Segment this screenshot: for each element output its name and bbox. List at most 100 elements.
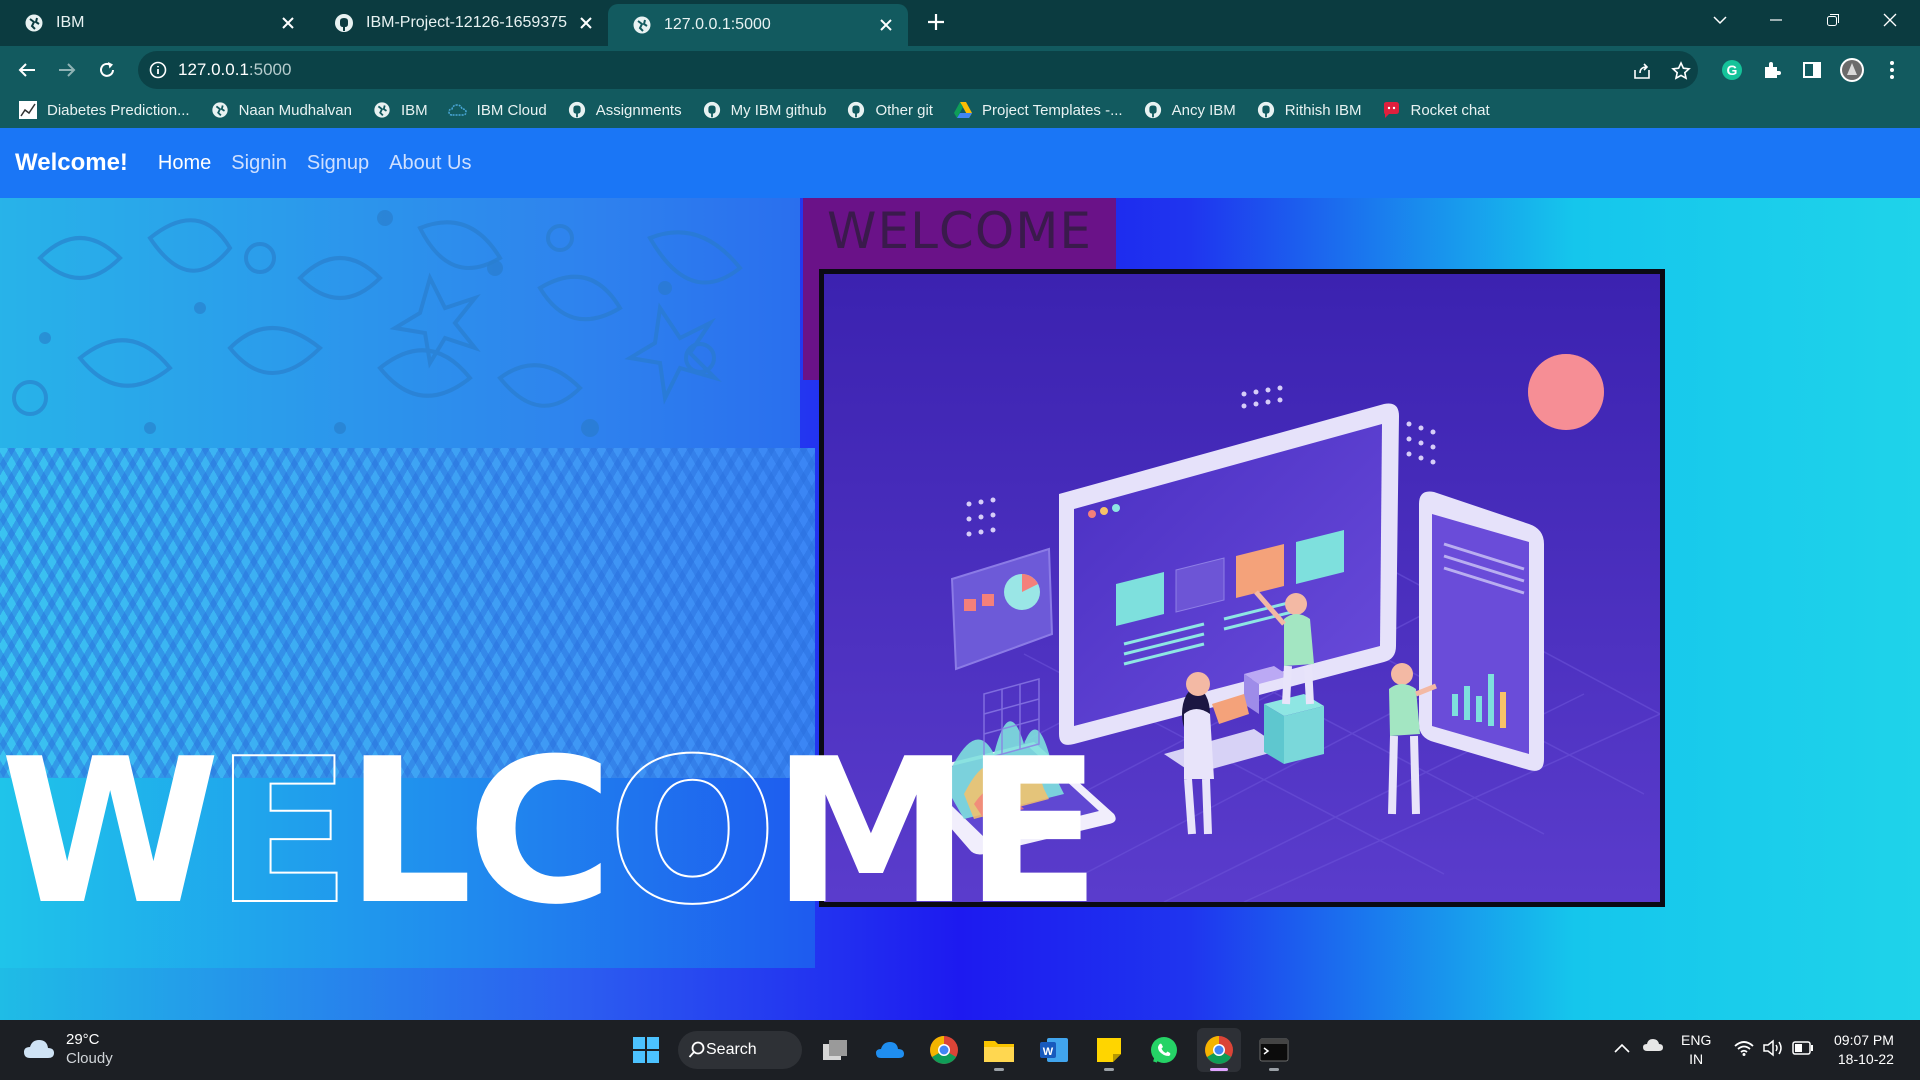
close-icon [1883, 13, 1897, 27]
search-icon [688, 1041, 705, 1058]
sticky-notes-button[interactable] [1087, 1028, 1131, 1072]
url-text: 127.0.0.1:5000 [178, 60, 291, 80]
globe-icon [632, 15, 652, 35]
address-bar[interactable]: 127.0.0.1:5000 [138, 51, 1698, 89]
terminal-button[interactable] [1252, 1028, 1296, 1072]
bookmark-ibm-cloud[interactable]: IBM Cloud [447, 100, 547, 120]
back-button[interactable] [9, 52, 45, 88]
weather-widget[interactable]: 29°C Cloudy [22, 1030, 113, 1068]
bookmark-label: Other git [875, 101, 933, 119]
windows-taskbar: 29°C Cloudy Search W ENG IN 09:07 PM 18-… [0, 1020, 1920, 1080]
grammarly-icon[interactable]: G [1718, 56, 1746, 84]
volume-icon[interactable] [1762, 1039, 1784, 1061]
file-explorer-button[interactable] [977, 1028, 1021, 1072]
bookmark-my-ibm-github[interactable]: My IBM github [702, 100, 827, 120]
task-view-button[interactable] [813, 1028, 857, 1072]
share-icon[interactable] [1631, 60, 1653, 82]
browser-toolbar: 127.0.0.1:5000 G Diabetes Prediction... … [0, 46, 1920, 130]
hero-letter: M [771, 716, 971, 949]
clock-time: 09:07 PM [1834, 1032, 1894, 1048]
nav-link-about-us[interactable]: About Us [389, 152, 471, 175]
nav-link-signup[interactable]: Signup [307, 152, 369, 175]
tab-search-button[interactable] [1692, 0, 1748, 40]
new-tab-button[interactable] [922, 8, 950, 36]
drive-icon [953, 100, 973, 120]
language-indicator[interactable]: ENG IN [1681, 1031, 1711, 1069]
chrome-taskbar-button[interactable] [922, 1028, 966, 1072]
side-panel-icon[interactable] [1798, 56, 1826, 84]
bookmark-label: IBM [401, 101, 428, 119]
nav-link-signin[interactable]: Signin [231, 152, 287, 175]
taskbar-search[interactable]: Search [678, 1031, 802, 1069]
bookmark-project-templates[interactable]: Project Templates -... [953, 100, 1123, 120]
close-icon[interactable] [278, 13, 298, 33]
whatsapp-icon [1151, 1037, 1177, 1063]
bookmark-ancy-ibm[interactable]: Ancy IBM [1143, 100, 1236, 120]
globe-icon [372, 100, 392, 120]
tab-ibm[interactable]: IBM [0, 4, 310, 42]
whatsapp-button[interactable] [1142, 1028, 1186, 1072]
clock-date: 18-10-22 [1837, 1051, 1894, 1067]
restore-button[interactable] [1805, 0, 1861, 40]
bookmark-label: Project Templates -... [981, 101, 1123, 119]
floral-pattern [0, 198, 800, 448]
cloud-icon [24, 1040, 54, 1058]
bookmark-label: Ancy IBM [1171, 101, 1236, 119]
show-hidden-icons-button[interactable] [1614, 1040, 1630, 1057]
globe-icon [210, 100, 230, 120]
info-icon[interactable] [148, 60, 168, 80]
bookmark-assignments[interactable]: Assignments [567, 100, 682, 120]
reload-icon [100, 62, 114, 77]
bookmark-label: My IBM github [730, 101, 827, 119]
onedrive-tray-icon[interactable] [1642, 1038, 1664, 1056]
forward-button[interactable] [49, 52, 85, 88]
windows-icon [633, 1037, 659, 1063]
close-icon[interactable] [576, 13, 596, 33]
tab-title: IBM [56, 14, 85, 31]
close-icon[interactable] [876, 15, 896, 35]
chrome-active-button[interactable] [1197, 1028, 1241, 1072]
onedrive-icon [876, 1042, 904, 1058]
bookmark-rithish-ibm[interactable]: Rithish IBM [1256, 100, 1362, 120]
bookmark-label: IBM Cloud [476, 101, 547, 119]
globe-icon [24, 13, 44, 33]
site-brand[interactable]: Welcome! [15, 149, 128, 177]
tab-localhost[interactable]: 127.0.0.1:5000 [608, 4, 908, 46]
bookmark-other-git[interactable]: Other git [846, 100, 933, 120]
bookmark-label: Rithish IBM [1284, 101, 1362, 119]
bookmark-star-icon[interactable] [1670, 60, 1692, 82]
bookmark-label: Assignments [595, 101, 682, 119]
reload-button[interactable] [89, 52, 125, 88]
onedrive-button[interactable] [868, 1028, 912, 1072]
restore-icon [1827, 14, 1839, 26]
close-window-button[interactable] [1862, 0, 1918, 40]
url-host: 127.0.0.1 [178, 60, 249, 79]
running-indicator [1104, 1068, 1114, 1071]
hero-letter: E [214, 716, 353, 949]
wifi-icon[interactable] [1734, 1040, 1754, 1060]
arrow-left-icon [18, 63, 35, 77]
arrow-right-icon [59, 63, 76, 77]
profile-avatar[interactable] [1838, 56, 1866, 84]
running-indicator [994, 1068, 1004, 1071]
minimize-button[interactable] [1748, 0, 1804, 40]
battery-icon[interactable] [1792, 1041, 1814, 1059]
bookmark-naan-mudhalvan[interactable]: Naan Mudhalvan [210, 100, 352, 120]
nav-link-home[interactable]: Home [158, 152, 211, 175]
bookmark-ibm[interactable]: IBM [372, 100, 428, 120]
lang-secondary: IN [1689, 1051, 1704, 1067]
word-button[interactable]: W [1032, 1028, 1076, 1072]
tab-github-project[interactable]: IBM-Project-12126-1659375179/ [310, 4, 608, 42]
system-clock[interactable]: 09:07 PM 18-10-22 [1834, 1031, 1894, 1069]
start-button[interactable] [624, 1028, 668, 1072]
menu-dots-icon[interactable] [1878, 56, 1906, 84]
task-view-icon [823, 1040, 847, 1060]
bookmark-diabetes[interactable]: Diabetes Prediction... [18, 100, 190, 120]
github-icon [1256, 100, 1276, 120]
chevron-down-icon [1713, 16, 1727, 25]
extensions-icon[interactable] [1758, 56, 1786, 84]
hero-letter: C [466, 716, 614, 949]
chrome-icon [1205, 1036, 1233, 1064]
bookmark-rocket-chat[interactable]: Rocket chat [1381, 100, 1490, 120]
hero-letter: E [964, 716, 1102, 949]
